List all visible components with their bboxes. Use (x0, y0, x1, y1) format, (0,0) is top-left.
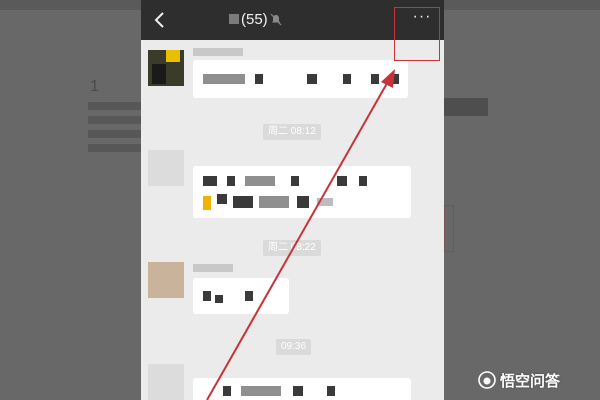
watermark-text: 悟空问答 (500, 372, 561, 390)
background-step-number: 1 (90, 78, 99, 95)
background-text-line (88, 144, 143, 152)
background-box (444, 205, 454, 252)
avatar (148, 150, 184, 186)
avatar (148, 364, 184, 400)
background-text-line (88, 130, 143, 138)
avatar (148, 50, 184, 86)
avatar (148, 262, 184, 298)
sender-name-blurred (193, 48, 243, 56)
chevron-left-icon[interactable] (151, 9, 171, 31)
background-text-line (88, 102, 143, 110)
watermark: 悟空问答 (478, 369, 560, 391)
group-name-blurred (229, 14, 239, 24)
message-bubble (193, 166, 411, 218)
background-button (444, 98, 488, 116)
timestamp-label: 周二 08:22 (263, 240, 321, 256)
background-text-line (88, 116, 143, 124)
mute-bell-icon (270, 13, 282, 26)
timestamp-label: 09:36 (276, 339, 312, 355)
message-bubble (193, 278, 289, 314)
message-bubble (193, 378, 411, 400)
annotation-highlight-box (394, 7, 440, 61)
message-bubble (193, 60, 408, 98)
sender-name-blurred (193, 264, 233, 272)
timestamp-label: 周二 08:12 (263, 124, 321, 140)
wukong-logo-icon (478, 371, 496, 389)
chat-title: (55) (241, 11, 268, 28)
